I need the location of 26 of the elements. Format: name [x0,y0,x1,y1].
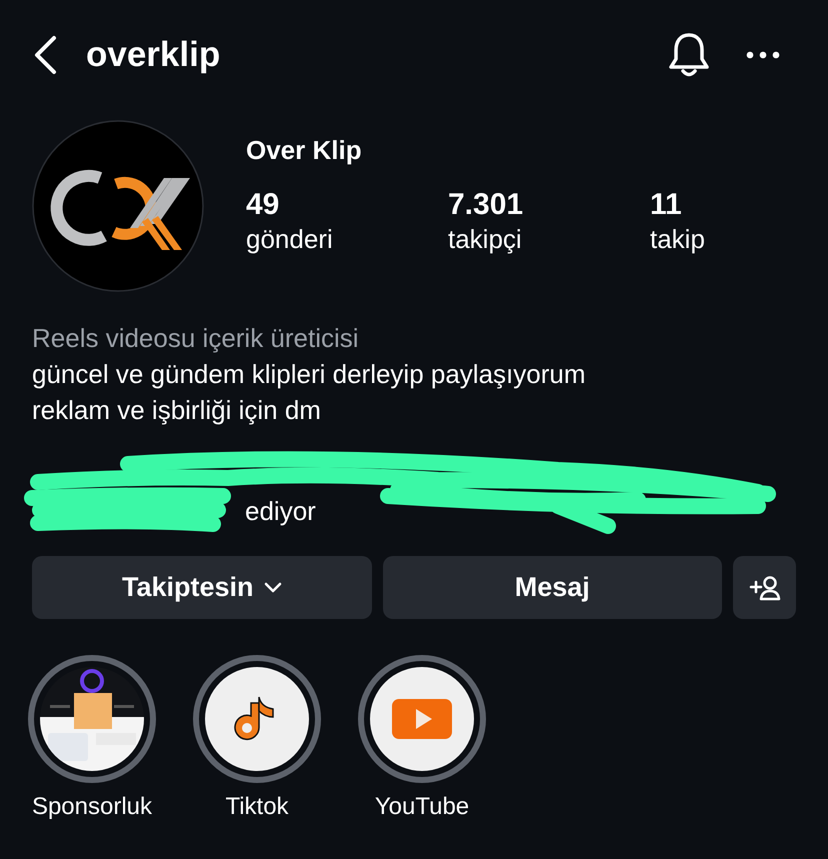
highlight-label: Sponsorluk [32,793,152,821]
stat-label: gönderi [246,224,334,255]
bio-text: reklam ve işbirliği için dm [32,394,322,427]
profile-category: Reels videosu içerik üreticisi [32,322,360,355]
stat-count: 11 [650,188,683,222]
bio-text: güncel ve gündem klipleri derleyip paylaşıyorum [32,358,587,391]
music-note-icon [205,667,309,771]
back-button[interactable] [32,35,58,75]
more-options-button[interactable] [746,51,780,59]
add-person-icon [748,574,781,600]
stat-count: 7.301 [448,188,524,222]
highlight-label: Tiktok [225,793,289,821]
play-button-icon [370,667,474,771]
follow-status-button[interactable]: Takiptesin [32,556,372,619]
profile-avatar[interactable] [32,120,204,292]
stat-count: 49 [246,188,280,222]
profile-username: overklip [86,35,220,75]
notification-bell-button[interactable] [668,32,710,78]
stat-label: takipçi [448,224,523,255]
display-name: Over Klip [246,135,363,166]
highlight-label: YouTube [374,793,470,821]
chevron-down-icon [264,582,282,593]
stat-label: takip [650,224,705,255]
message-button[interactable]: Mesaj [382,556,722,619]
add-person-button[interactable] [733,556,796,619]
followed-by-text: ediyor [245,496,316,527]
